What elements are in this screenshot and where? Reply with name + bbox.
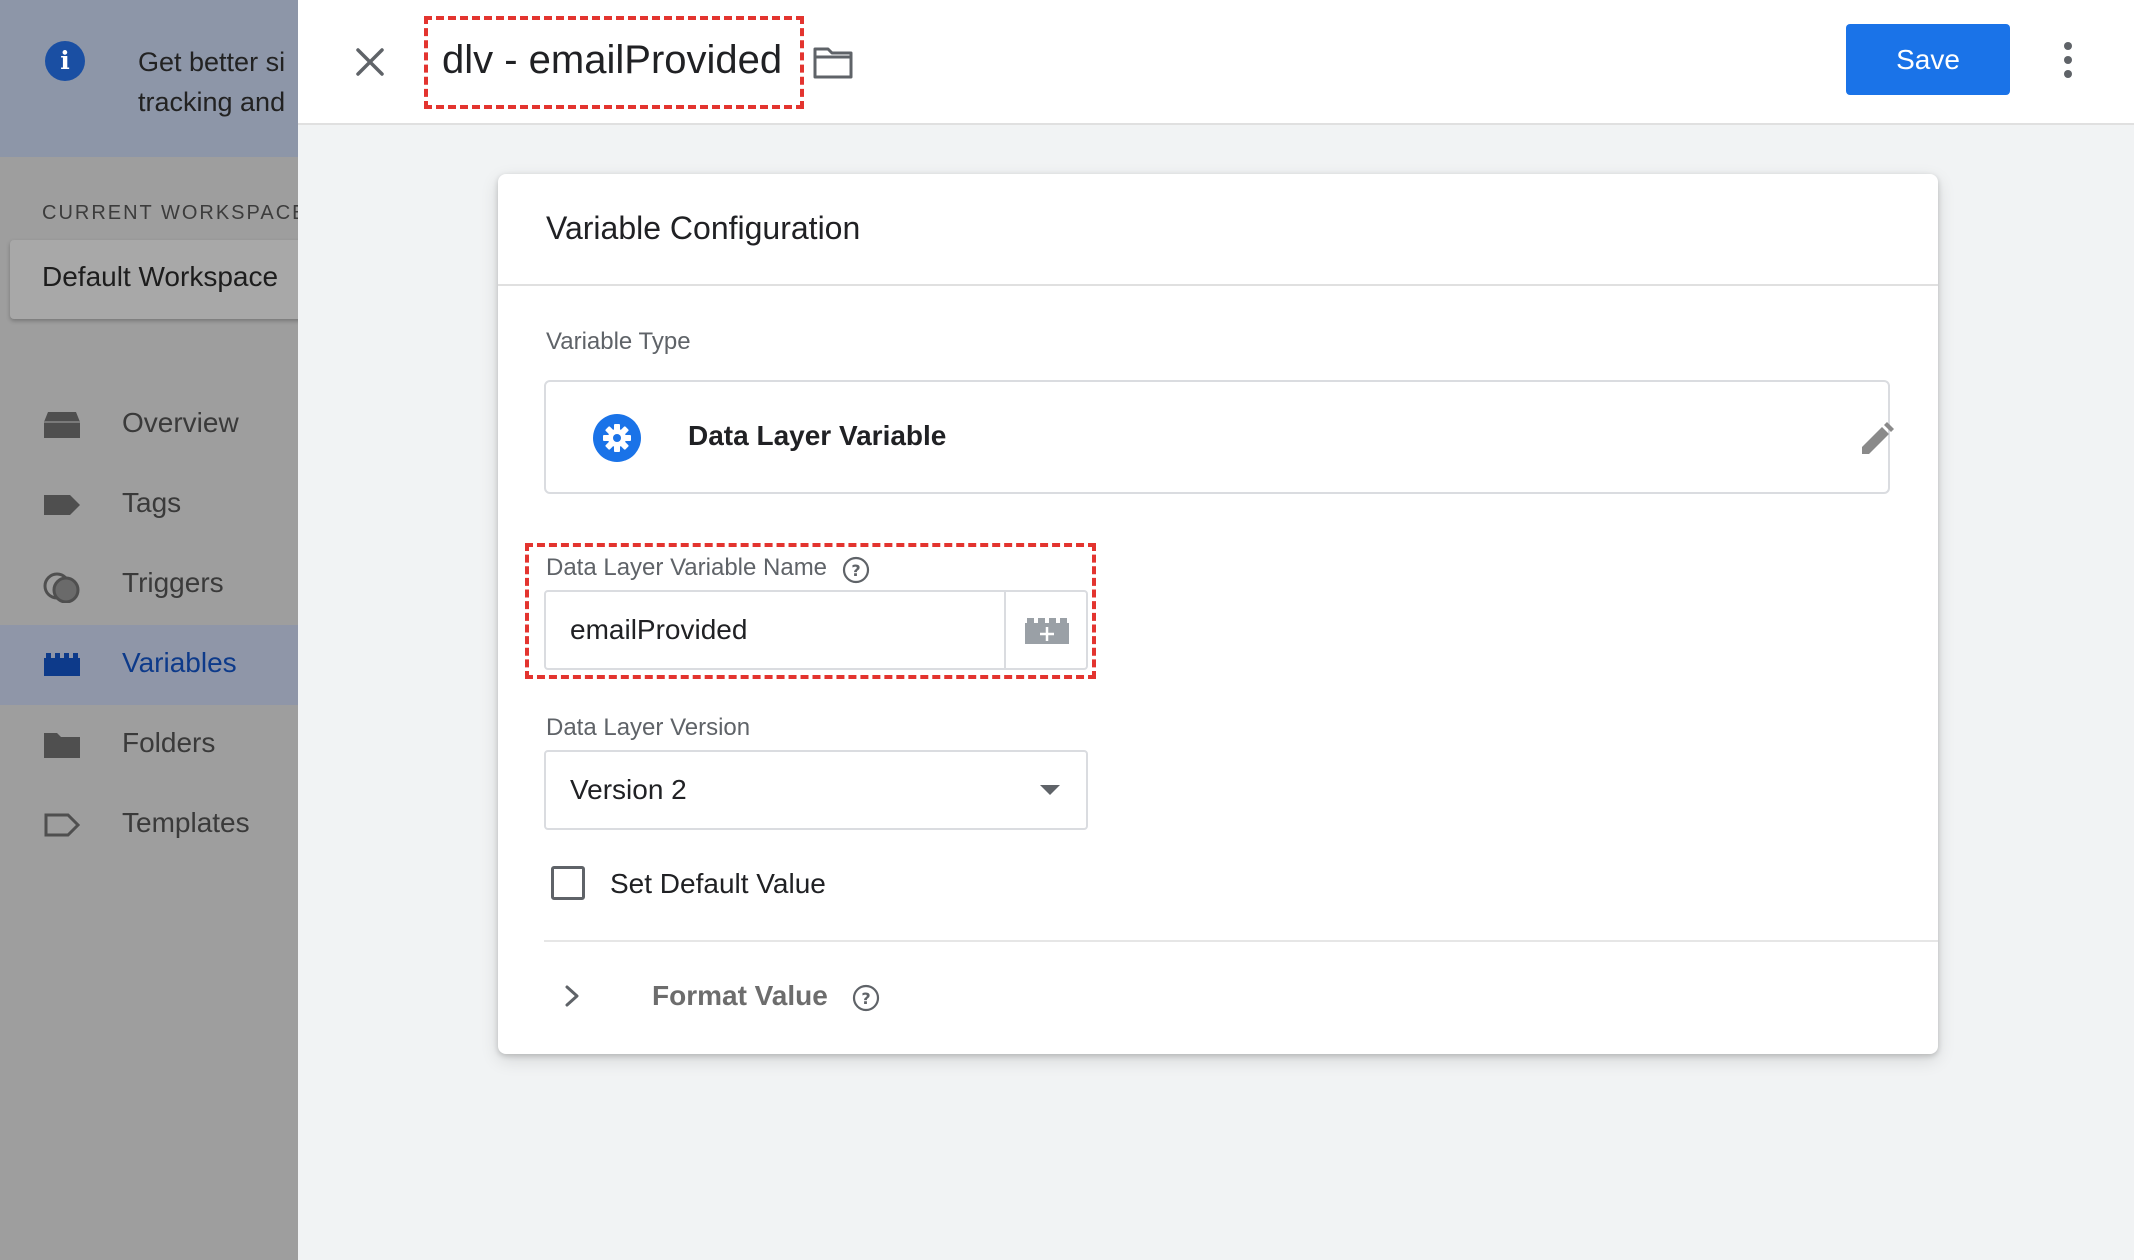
tag-icon [44,495,80,515]
sidebar-item-variables[interactable]: Variables [0,625,298,705]
svg-text:?: ? [851,561,860,580]
overview-icon [44,412,80,438]
sidebar-item-label: Overview [122,407,239,438]
banner-line-2: tracking and [138,87,286,117]
folder-icon [44,733,80,758]
chevron-right-icon [565,985,579,1007]
set-default-value-checkbox[interactable] [551,866,585,900]
dlv-name-field [544,590,1088,670]
info-banner: i Get better si tracking and [0,0,298,157]
format-value-label: Format Value [652,980,828,1011]
sidebar-item-folders[interactable]: Folders [0,705,298,785]
folder-button[interactable] [812,44,854,80]
pencil-icon[interactable] [1856,420,1896,460]
insert-variable-button[interactable] [1004,592,1088,668]
banner-text: Get better si tracking and [138,42,298,122]
editor-header: dlv - emailProvided Save [298,0,2134,125]
gear-icon [593,414,641,462]
info-icon: i [45,41,85,81]
card-title: Variable Configuration [546,210,861,246]
section-divider [544,940,1938,942]
sidebar-item-label: Variables [122,647,237,678]
sidebar-nav: Overview Tags Triggers Variables Folders… [0,385,298,865]
sidebar-item-triggers[interactable]: Triggers [0,545,298,625]
sidebar-item-label: Templates [122,807,250,838]
format-value-expander[interactable]: Format Value ? [544,950,1938,1050]
workspace-name: Default Workspace [42,261,279,292]
trigger-icon [43,572,80,603]
variable-configuration-card: Variable Configuration Variable Type Dat… [498,174,1938,1054]
folder-icon [813,47,853,79]
dlv-version-value: Version 2 [570,774,687,805]
dlv-version-select[interactable]: Version 2 [544,750,1088,830]
variables-icon [44,653,80,676]
help-icon[interactable]: ? [852,984,880,1012]
dropdown-arrow-icon [1040,785,1060,795]
sidebar-item-overview[interactable]: Overview [0,385,298,465]
dlv-version-label: Data Layer Version [546,714,751,741]
sidebar-item-label: Triggers [122,567,224,598]
more-vert-icon [2064,42,2072,78]
set-default-value-label: Set Default Value [610,868,826,899]
banner-line-1: Get better si [138,47,286,77]
sidebar-item-label: Folders [122,727,216,758]
help-icon[interactable]: ? [842,556,870,584]
variable-title[interactable]: dlv - emailProvided [442,38,782,83]
variable-type-selector[interactable]: Data Layer Variable [544,380,1894,494]
sidebar-item-tags[interactable]: Tags [0,465,298,545]
sidebar: i Get better si tracking and CURRENT WOR… [0,0,298,1260]
more-options-button[interactable] [2060,40,2076,80]
variable-title-highlight: dlv - emailProvided [424,16,804,109]
variable-type-label: Variable Type [546,328,691,355]
template-icon [44,813,81,837]
insert-variable-icon [1025,618,1069,644]
sidebar-item-templates[interactable]: Templates [0,785,298,865]
close-button[interactable] [350,42,390,82]
dlv-name-label: Data Layer Variable Name [546,554,828,581]
close-icon [356,48,384,76]
variable-type-name: Data Layer Variable [688,420,947,451]
card-divider [498,284,1938,286]
svg-text:?: ? [861,989,870,1008]
sidebar-item-label: Tags [122,487,182,518]
workspace-label: CURRENT WORKSPACE [42,202,298,224]
save-button[interactable]: Save [1846,24,2010,95]
workspace-selector[interactable]: Default Workspace [10,240,298,319]
dlv-name-input[interactable] [546,592,1006,668]
